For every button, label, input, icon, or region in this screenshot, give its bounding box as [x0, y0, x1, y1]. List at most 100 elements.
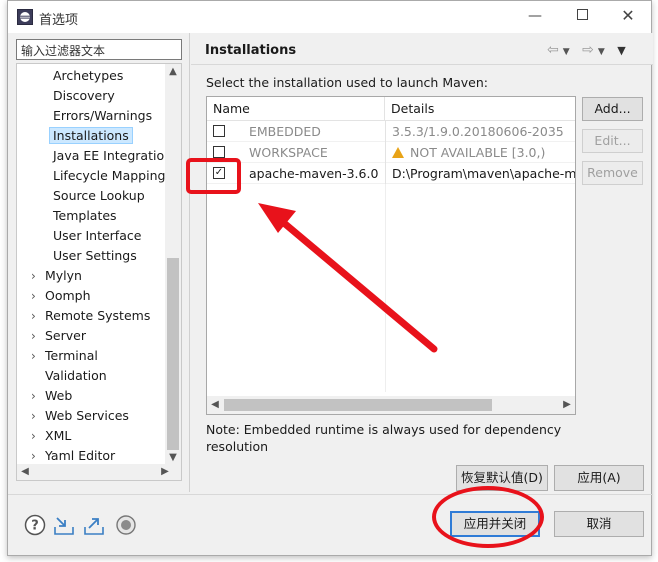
tree-item-label: Installations — [49, 127, 133, 144]
tree-item-oomph[interactable]: › Oomph — [31, 286, 91, 306]
chevron-right-icon[interactable]: › — [31, 286, 36, 306]
edit-button[interactable]: Edit... — [582, 129, 643, 153]
chevron-right-icon[interactable]: ▶ — [559, 397, 575, 413]
tree-item-archetypes[interactable]: Archetypes — [53, 66, 123, 86]
column-divider — [385, 163, 386, 184]
chevron-right-icon[interactable]: › — [31, 426, 36, 446]
column-divider — [385, 142, 386, 163]
column-divider — [385, 121, 386, 142]
tree-item-xml[interactable]: › XML — [31, 426, 72, 446]
restore-defaults-button[interactable]: 恢复默认值(D) — [456, 465, 548, 491]
tree-item-label: Terminal — [45, 348, 98, 363]
tree-item-label: User Interface — [53, 228, 142, 243]
export-icon[interactable] — [83, 514, 105, 536]
view-menu-icon[interactable]: ▼ — [617, 44, 629, 57]
page-navigation: ⇦▼ ⇨▼ ▼ — [547, 42, 630, 58]
tree-item-label: Templates — [53, 208, 117, 223]
installation-details-wrap: NOT AVAILABLE [3.0,) — [392, 145, 545, 160]
installation-name: WORKSPACE — [249, 145, 328, 160]
add-button[interactable]: Add... — [582, 97, 643, 121]
chevron-left-icon[interactable]: ◀ — [207, 397, 223, 413]
tree-item-label: Errors/Warnings — [53, 108, 153, 123]
tree-item-label: Lifecycle Mappings — [53, 168, 172, 183]
window-title: 首选项 — [39, 13, 79, 28]
help-icon[interactable]: ? — [24, 514, 46, 536]
warning-icon — [392, 147, 404, 158]
tree-item-label: User Settings — [53, 248, 137, 263]
tree-item-label: Validation — [45, 368, 107, 383]
page-title: Installations — [205, 43, 297, 58]
tree-item-installations[interactable]: Installations — [49, 126, 133, 146]
tree-item-discovery[interactable]: Discovery — [53, 86, 115, 106]
tree-item-label: Web Services — [45, 408, 129, 423]
tree-item-yaml-editor[interactable]: › Yaml Editor — [31, 446, 116, 466]
maximize-icon — [576, 9, 588, 20]
scroll-thumb[interactable] — [167, 258, 179, 450]
installations-table: Name Details EMBEDDED 3.5.3/1.9.0.201806… — [206, 96, 576, 415]
tree-item-java-ee-integration[interactable]: Java EE Integration — [53, 146, 172, 166]
tree-item-templates[interactable]: Templates — [53, 206, 117, 226]
chevron-right-icon[interactable]: › — [31, 446, 36, 466]
chevron-right-icon[interactable]: › — [31, 386, 36, 406]
column-header-details[interactable]: Details — [385, 97, 575, 121]
tree-item-lifecycle-mappings[interactable]: Lifecycle Mappings — [53, 166, 172, 186]
tree-item-errors-warnings[interactable]: Errors/Warnings — [53, 106, 152, 126]
apply-and-close-button[interactable]: 应用并关闭 — [450, 511, 540, 537]
embedded-runtime-note: Note: Embedded runtime is always used fo… — [206, 422, 562, 454]
import-icon[interactable] — [53, 514, 75, 536]
forward-arrow-icon[interactable]: ⇨ — [582, 42, 598, 58]
installation-checkbox-checked[interactable]: ✓ — [213, 167, 225, 179]
chevron-right-icon[interactable]: › — [31, 306, 36, 326]
chevron-left-icon[interactable]: ◀ — [17, 464, 33, 480]
back-dropdown-icon[interactable]: ▼ — [563, 47, 574, 57]
tree-item-user-interface[interactable]: User Interface — [53, 226, 141, 246]
scroll-thumb[interactable] — [224, 399, 492, 411]
chevron-right-icon[interactable]: › — [31, 406, 36, 426]
tree-item-label: Discovery — [53, 88, 115, 103]
tree-item-terminal[interactable]: › Terminal — [31, 346, 98, 366]
back-arrow-icon[interactable]: ⇦ — [547, 42, 563, 58]
table-row-embedded[interactable]: EMBEDDED 3.5.3/1.9.0.20180606-2035 — [207, 121, 575, 142]
installation-checkbox[interactable] — [213, 146, 225, 158]
tree-item-web[interactable]: › Web — [31, 386, 73, 406]
record-icon[interactable] — [115, 514, 137, 536]
tree-horizontal-scrollbar[interactable]: ◀ ▶ — [17, 464, 181, 480]
apply-button[interactable]: 应用(A) — [554, 465, 644, 491]
chevron-up-icon[interactable]: ▲ — [165, 64, 181, 80]
tree-item-label: Yaml Editor — [45, 448, 116, 463]
installation-name: apache-maven-3.6.0 — [249, 166, 379, 181]
page-description: Select the installation used to launch M… — [206, 75, 488, 90]
table-row-workspace[interactable]: WORKSPACE NOT AVAILABLE [3.0,) — [207, 142, 575, 163]
tree-item-mylyn[interactable]: › Mylyn — [31, 266, 82, 286]
pane-splitter[interactable] — [189, 33, 190, 492]
tree-item-web-services[interactable]: › Web Services — [31, 406, 129, 426]
tree-item-label: Web — [45, 388, 73, 403]
minimize-button[interactable]: — — [522, 5, 548, 29]
column-header-name[interactable]: Name — [207, 97, 385, 121]
tree-item-label: Remote Systems — [45, 308, 151, 323]
svg-text:?: ? — [31, 519, 39, 534]
chevron-right-icon[interactable]: › — [31, 346, 36, 366]
tree-item-user-settings[interactable]: User Settings — [53, 246, 137, 266]
tree-item-validation[interactable]: Validation — [45, 366, 107, 386]
tree-item-server[interactable]: › Server — [31, 326, 86, 346]
tree-vertical-scrollbar[interactable]: ▲ ▼ — [165, 64, 181, 466]
tree-item-label: Server — [45, 328, 86, 343]
table-row-apache-maven[interactable]: ✓ apache-maven-3.6.0 D:\Program\maven\ap… — [207, 163, 575, 184]
tree-item-label: Archetypes — [53, 68, 124, 83]
table-horizontal-scrollbar[interactable]: ◀ ▶ — [207, 396, 575, 414]
installation-checkbox[interactable] — [213, 125, 225, 137]
tree-item-remote-systems[interactable]: › Remote Systems — [31, 306, 151, 326]
cancel-button[interactable]: 取消 — [554, 511, 644, 537]
remove-button[interactable]: Remove — [582, 161, 643, 185]
chevron-right-icon[interactable]: › — [31, 266, 36, 286]
forward-dropdown-icon[interactable]: ▼ — [598, 47, 609, 57]
tree-item-source-lookup[interactable]: Source Lookup — [53, 186, 145, 206]
maximize-button[interactable] — [569, 5, 595, 29]
tree-item-label: XML — [45, 428, 72, 443]
chevron-right-icon[interactable]: › — [31, 326, 36, 346]
filter-input[interactable]: 输入过滤器文本 — [16, 39, 182, 60]
close-button[interactable]: ✕ — [615, 5, 641, 29]
tree-item-label: Source Lookup — [53, 188, 145, 203]
chevron-right-icon[interactable]: ▶ — [157, 464, 173, 480]
